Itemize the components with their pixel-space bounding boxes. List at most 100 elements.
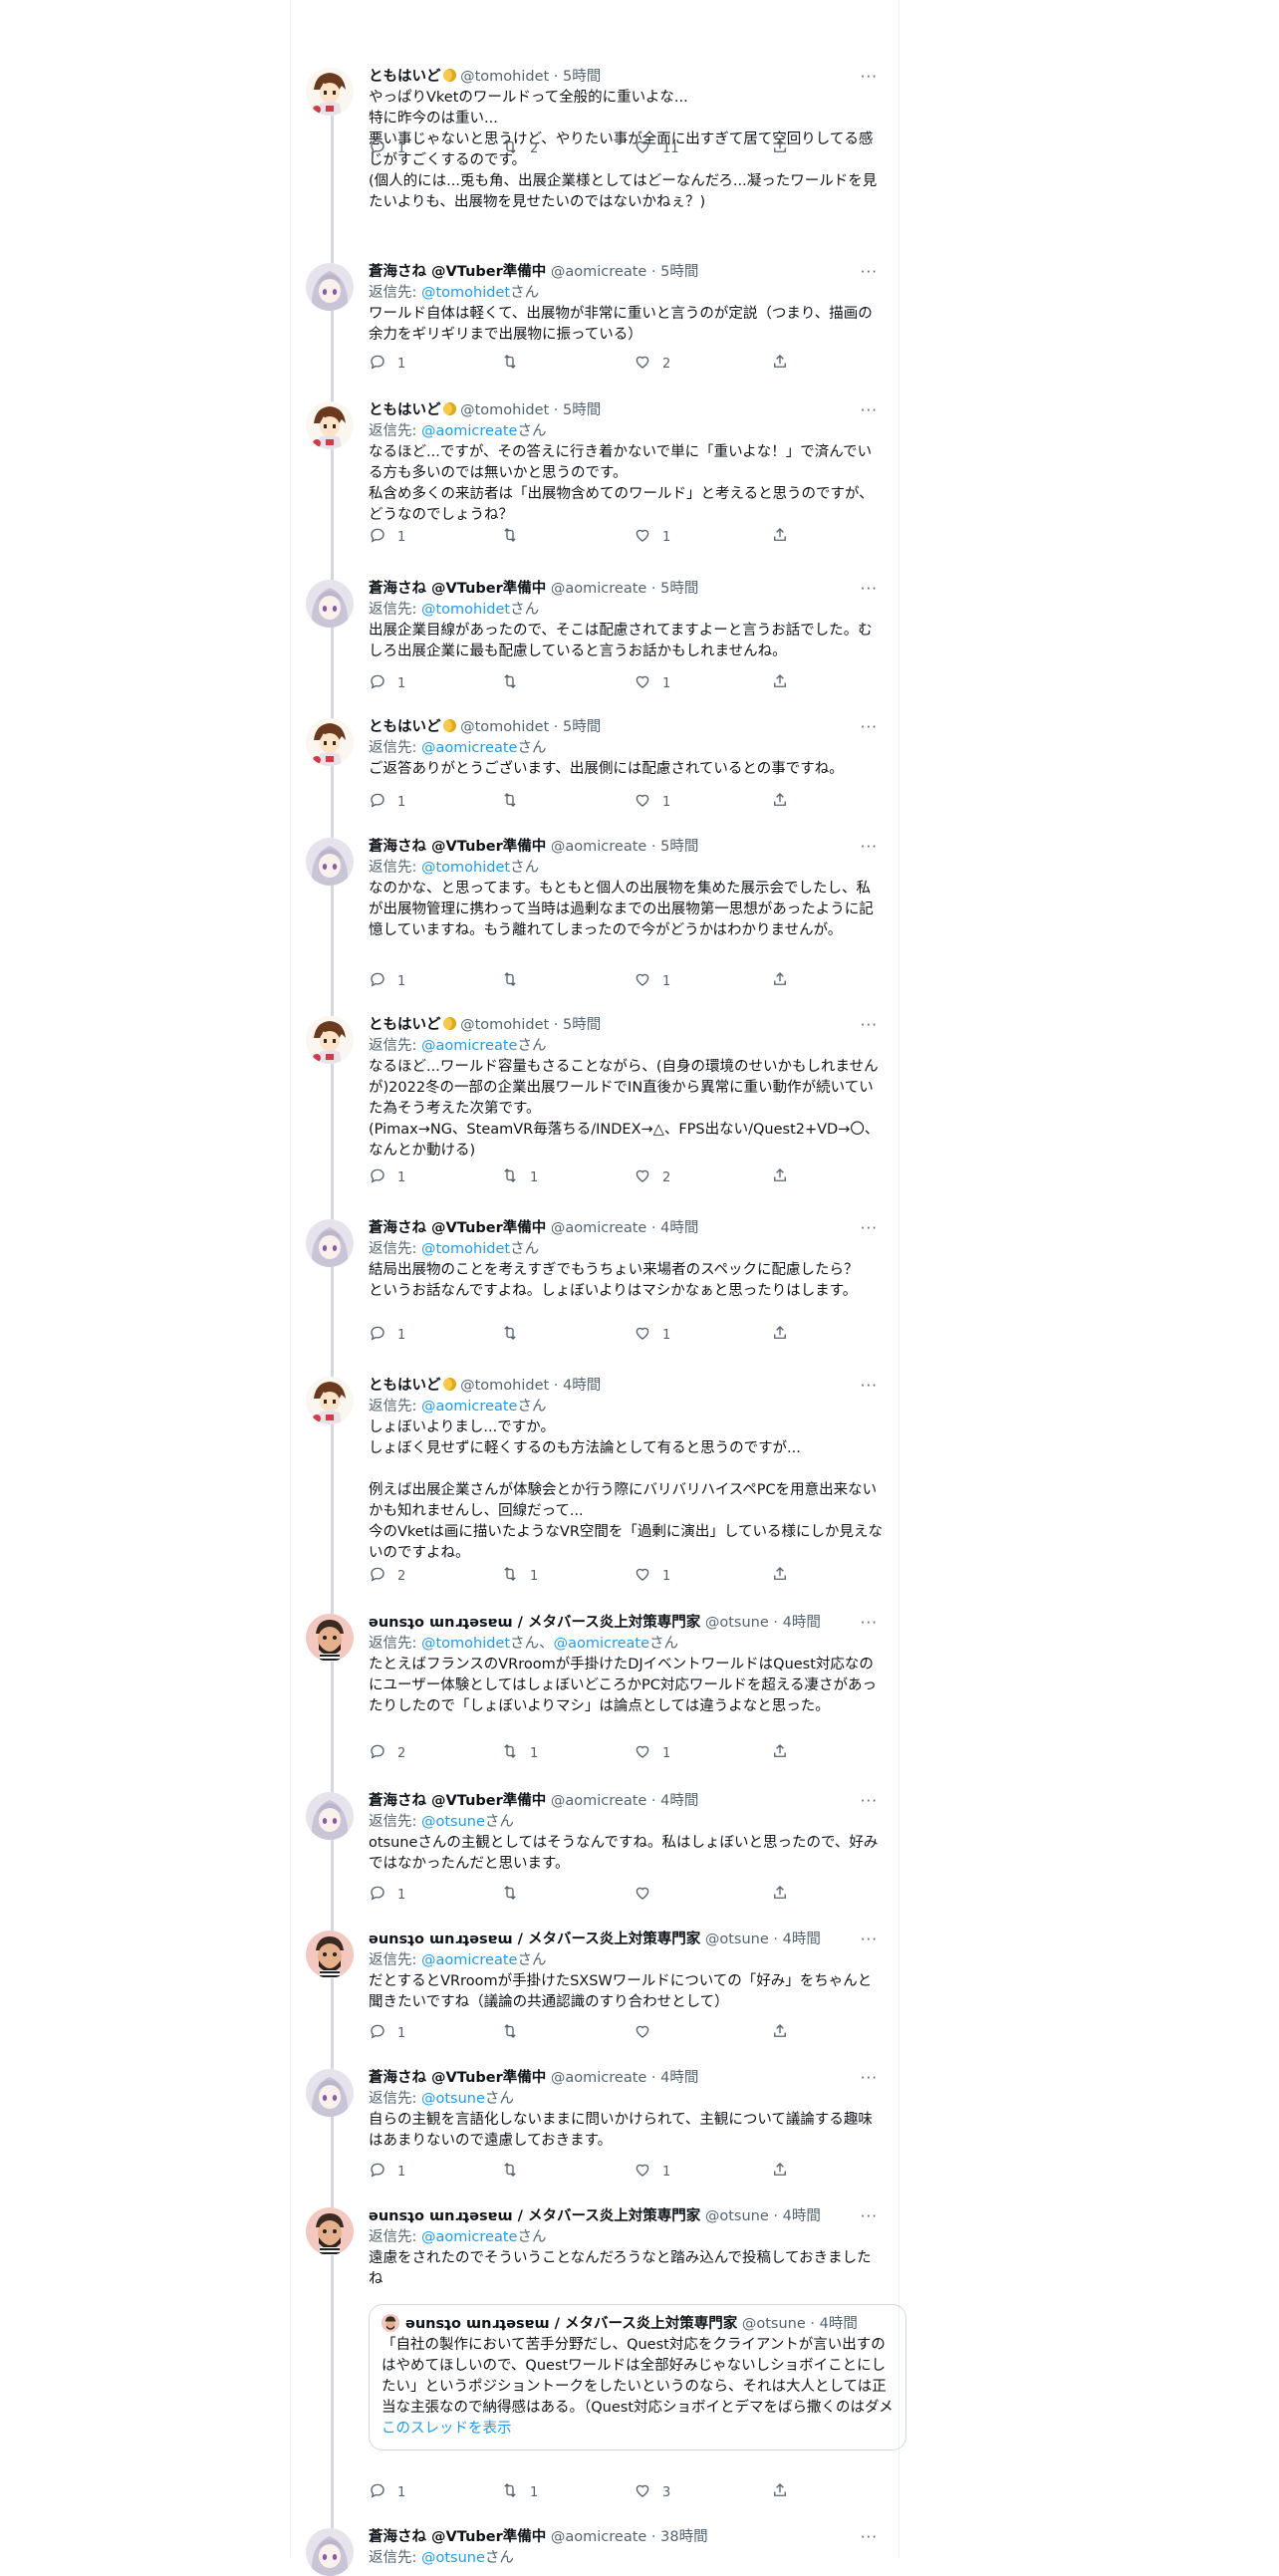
share-button[interactable] bbox=[771, 673, 789, 693]
timestamp[interactable]: 4時間 bbox=[783, 1932, 821, 1947]
mention-link[interactable]: @aomicreate bbox=[421, 2229, 517, 2245]
retweet-button[interactable] bbox=[501, 1885, 519, 1905]
avatar[interactable] bbox=[306, 1219, 354, 1267]
reply-button[interactable]: 1 bbox=[369, 527, 405, 547]
more-options-icon[interactable]: ··· bbox=[861, 261, 878, 283]
reply-button[interactable]: 1 bbox=[369, 354, 405, 374]
mention-link[interactable]: @aomicreate bbox=[421, 1038, 517, 1054]
retweet-button[interactable]: 1 bbox=[501, 1743, 538, 1763]
reply-button[interactable]: 1 bbox=[369, 673, 405, 693]
display-name[interactable]: ともはいど bbox=[369, 1017, 441, 1033]
avatar[interactable] bbox=[306, 2207, 354, 2255]
like-button[interactable]: 3 bbox=[634, 2482, 670, 2502]
user-handle[interactable]: @aomicreate bbox=[551, 2070, 646, 2086]
user-handle[interactable]: @tomohidet bbox=[460, 1017, 549, 1033]
mention-link[interactable]: @otsune bbox=[421, 2091, 485, 2107]
timestamp[interactable]: 38時間 bbox=[660, 2529, 707, 2545]
display-name[interactable]: ǝunsʇo ɯnɹʇǝsɐɯ / メタバース炎上対策専門家 bbox=[369, 1932, 700, 1947]
timestamp[interactable]: 5時間 bbox=[563, 69, 601, 85]
timestamp[interactable]: 5時間 bbox=[660, 839, 698, 855]
like-button[interactable]: 1 bbox=[634, 1743, 670, 1763]
reply-button[interactable]: 2 bbox=[369, 1566, 405, 1586]
avatar[interactable] bbox=[306, 1931, 354, 1978]
like-button[interactable]: 1 bbox=[634, 2162, 670, 2182]
mention-link[interactable]: @tomohidet bbox=[421, 860, 510, 876]
more-options-icon[interactable]: ··· bbox=[861, 2526, 878, 2548]
more-options-icon[interactable]: ··· bbox=[861, 836, 878, 858]
more-options-icon[interactable]: ··· bbox=[861, 1217, 878, 1239]
more-options-icon[interactable]: ··· bbox=[861, 2205, 878, 2227]
like-button[interactable]: 1 bbox=[634, 971, 670, 991]
share-button[interactable] bbox=[771, 792, 789, 812]
reply-button[interactable]: 1 bbox=[369, 971, 405, 991]
reply-button[interactable]: 1 bbox=[369, 1325, 405, 1345]
user-handle[interactable]: @aomicreate bbox=[551, 1793, 646, 1809]
more-options-icon[interactable]: ··· bbox=[861, 1929, 878, 1950]
reply-button[interactable]: 1 bbox=[369, 138, 405, 158]
avatar[interactable] bbox=[306, 838, 354, 886]
display-name[interactable]: ともはいど bbox=[369, 719, 441, 735]
like-button[interactable]: 1 bbox=[634, 527, 670, 547]
share-button[interactable] bbox=[771, 1885, 789, 1905]
timestamp[interactable]: 5時間 bbox=[563, 1017, 601, 1033]
quote-tweet[interactable]: ǝunsʇo ɯnɹʇǝsɐɯ / メタバース炎上対策専門家 @otsune ·… bbox=[369, 2304, 906, 2450]
user-handle[interactable]: @otsune bbox=[705, 1932, 769, 1947]
mention-link[interactable]: @aomicreate bbox=[554, 1636, 649, 1652]
display-name[interactable]: ともはいど bbox=[369, 69, 441, 85]
like-button[interactable]: 2 bbox=[634, 354, 670, 374]
mention-link[interactable]: @otsune bbox=[421, 2550, 485, 2566]
more-options-icon[interactable]: ··· bbox=[861, 1612, 878, 1634]
user-handle[interactable]: @tomohidet bbox=[460, 69, 549, 85]
avatar[interactable] bbox=[306, 68, 354, 116]
share-button[interactable] bbox=[771, 1566, 789, 1586]
avatar[interactable] bbox=[306, 1016, 354, 1064]
more-options-icon[interactable]: ··· bbox=[861, 2067, 878, 2089]
reply-button[interactable]: 2 bbox=[369, 1743, 405, 1763]
timestamp[interactable]: 5時間 bbox=[660, 581, 698, 597]
retweet-button[interactable]: 1 bbox=[501, 1566, 538, 1586]
retweet-button[interactable] bbox=[501, 1325, 519, 1345]
timestamp[interactable]: 4時間 bbox=[660, 1220, 698, 1236]
retweet-button[interactable] bbox=[501, 2162, 519, 2182]
mention-link[interactable]: @aomicreate bbox=[421, 1952, 517, 1968]
share-button[interactable] bbox=[771, 1167, 789, 1187]
display-name[interactable]: 蒼海さね @VTuber準備中 bbox=[369, 581, 546, 597]
display-name[interactable]: ともはいど bbox=[369, 402, 441, 418]
user-handle[interactable]: @tomohidet bbox=[460, 1378, 549, 1394]
avatar[interactable] bbox=[306, 2069, 354, 2117]
retweet-button[interactable] bbox=[501, 971, 519, 991]
timestamp[interactable]: 4時間 bbox=[783, 2208, 821, 2224]
timestamp[interactable]: 5時間 bbox=[563, 402, 601, 418]
user-handle[interactable]: @tomohidet bbox=[460, 402, 549, 418]
more-options-icon[interactable]: ··· bbox=[861, 66, 878, 88]
retweet-button[interactable]: 1 bbox=[501, 2482, 538, 2502]
avatar[interactable] bbox=[306, 1614, 354, 1662]
retweet-button[interactable] bbox=[501, 2023, 519, 2043]
reply-button[interactable]: 1 bbox=[369, 1885, 405, 1905]
display-name[interactable]: ともはいど bbox=[369, 1378, 441, 1394]
user-handle[interactable]: @aomicreate bbox=[551, 1220, 646, 1236]
reply-button[interactable]: 1 bbox=[369, 1167, 405, 1187]
display-name[interactable]: 蒼海さね @VTuber準備中 bbox=[369, 2529, 546, 2545]
display-name[interactable]: ǝunsʇo ɯnɹʇǝsɐɯ / メタバース炎上対策専門家 bbox=[369, 1615, 700, 1631]
user-handle[interactable]: @tomohidet bbox=[460, 719, 549, 735]
share-button[interactable] bbox=[771, 2162, 789, 2182]
more-options-icon[interactable]: ··· bbox=[861, 399, 878, 421]
timestamp[interactable]: 5時間 bbox=[660, 264, 698, 280]
timestamp[interactable]: 5時間 bbox=[563, 719, 601, 735]
retweet-button[interactable] bbox=[501, 792, 519, 812]
reply-button[interactable]: 1 bbox=[369, 2482, 405, 2502]
like-button[interactable] bbox=[634, 1885, 651, 1905]
display-name[interactable]: 蒼海さね @VTuber準備中 bbox=[369, 264, 546, 280]
show-thread-link[interactable]: このスレッドを表示 bbox=[382, 2419, 894, 2440]
share-button[interactable] bbox=[771, 527, 789, 547]
reply-button[interactable]: 1 bbox=[369, 792, 405, 812]
like-button[interactable]: 1 bbox=[634, 1325, 670, 1345]
retweet-button[interactable] bbox=[501, 354, 519, 374]
avatar[interactable] bbox=[306, 401, 354, 449]
user-handle[interactable]: @otsune bbox=[705, 1615, 769, 1631]
like-button[interactable]: 1 bbox=[634, 792, 670, 812]
like-button[interactable]: 11 bbox=[634, 138, 679, 158]
share-button[interactable] bbox=[771, 2482, 789, 2502]
display-name[interactable]: 蒼海さね @VTuber準備中 bbox=[369, 1220, 546, 1236]
